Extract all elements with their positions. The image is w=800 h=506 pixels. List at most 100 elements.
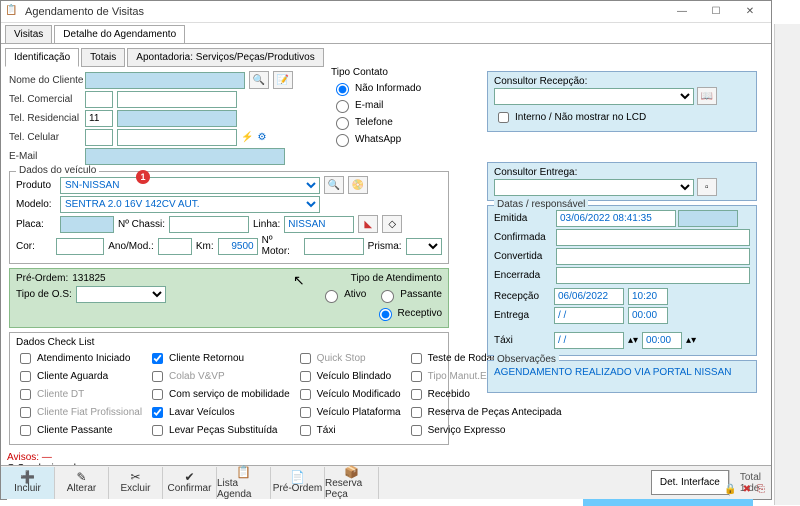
search-client-icon[interactable]: 🔍	[249, 71, 269, 89]
telres-ddd[interactable]	[85, 110, 113, 127]
telcel-label: Tel. Celular	[9, 132, 81, 143]
btn-alterar[interactable]: ✎Alterar	[55, 467, 109, 499]
cor-input[interactable]	[56, 238, 104, 255]
telcom-ddd[interactable]	[85, 91, 113, 108]
chk-atendimento-iniciado[interactable]: Atendimento Iniciado	[16, 350, 142, 367]
book-icon[interactable]: 📖	[697, 87, 717, 105]
interno-check[interactable]	[498, 112, 509, 123]
radio-ativo[interactable]: Ativo	[320, 287, 366, 303]
consultor-entrega-select[interactable]	[494, 179, 694, 196]
bolt-icon[interactable]: ⚡	[241, 132, 253, 143]
btn-reserva[interactable]: 📦Reserva Peça	[325, 467, 379, 499]
linha-input[interactable]	[284, 216, 354, 233]
telres-input[interactable]	[117, 110, 237, 127]
consultor-entrega-label: Consultor Entrega:	[494, 167, 577, 178]
linha-label: Linha:	[253, 219, 280, 230]
tab-detalhe[interactable]: Detalhe do Agendamento	[54, 25, 185, 43]
taxi-spin-icon[interactable]: ▴▾	[628, 335, 638, 346]
chk-cliente-fiat-profissional[interactable]: Cliente Fiat Profissional	[16, 404, 142, 421]
telcom-input[interactable]	[117, 91, 237, 108]
radio-nao-informado[interactable]: Não Informado	[331, 80, 421, 96]
obs-text[interactable]: AGENDAMENTO REALIZADO VIA PORTAL NISSAN	[494, 365, 750, 388]
chk-cliente-dt[interactable]: Cliente DT	[16, 386, 142, 403]
btn-excluir[interactable]: ✂Excluir	[109, 467, 163, 499]
telcel-input[interactable]	[117, 129, 237, 146]
maximize-button[interactable]: ☐	[699, 2, 733, 22]
telcel-ddd[interactable]	[85, 129, 113, 146]
chassi-input[interactable]	[169, 216, 249, 233]
chk-com-servi-o-de-mobilidade[interactable]: Com serviço de mobilidade	[148, 386, 290, 403]
subtab-identificacao[interactable]: Identificação	[5, 48, 79, 67]
tipoos-select[interactable]	[76, 286, 166, 303]
tab-visitas[interactable]: Visitas	[5, 25, 52, 43]
radio-passante[interactable]: Passante	[376, 287, 442, 303]
radio-telefone[interactable]: Telefone	[331, 114, 421, 130]
tool-icon[interactable]: ⚙	[257, 132, 266, 143]
anomod-input[interactable]	[158, 238, 192, 255]
chk-cliente-passante[interactable]: Cliente Passante	[16, 422, 142, 439]
radio-receptivo[interactable]: Receptivo	[374, 305, 442, 321]
radio-whatsapp[interactable]: WhatsApp	[331, 131, 421, 147]
erase-icon[interactable]: ◇	[382, 215, 402, 233]
obs-title: Observações	[494, 354, 559, 365]
km-input[interactable]	[218, 238, 258, 255]
modelo-select[interactable]: SENTRA 2.0 16V 142CV AUT.	[60, 196, 320, 213]
chk-servi-o-expresso[interactable]: Serviço Expresso	[407, 422, 562, 439]
chk-cliente-aguarda[interactable]: Cliente Aguarda	[16, 368, 142, 385]
chk-lavar-ve-culos[interactable]: Lavar Veículos	[148, 404, 290, 421]
email-input[interactable]	[85, 148, 285, 165]
placa-input[interactable]	[60, 216, 114, 233]
emitida-input[interactable]	[556, 210, 676, 227]
btn-lista[interactable]: 📋Lista Agenda	[217, 467, 271, 499]
confirmada-input[interactable]	[556, 229, 750, 246]
entrega-date[interactable]	[554, 307, 624, 324]
taxi-time[interactable]	[642, 332, 682, 349]
btn-incluir[interactable]: ➕Incluir	[1, 467, 55, 499]
chk-cliente-retornou[interactable]: Cliente Retornou	[148, 350, 290, 367]
subtab-totais[interactable]: Totais	[81, 48, 125, 67]
encerrada-input[interactable]	[556, 267, 750, 284]
recep-date[interactable]	[554, 288, 624, 305]
chk-reserva-de-pe-as-antecipada[interactable]: Reserva de Peças Antecipada	[407, 404, 562, 421]
paint-icon[interactable]: ◣	[358, 215, 378, 233]
preordem-label: Pré-Ordem:	[16, 273, 68, 284]
consultor-recep-select[interactable]	[494, 88, 694, 105]
chk-quick-stop[interactable]: Quick Stop	[296, 350, 401, 367]
chk-colab-v-vp[interactable]: Colab V&VP	[148, 368, 290, 385]
chassi-label: Nº Chassi:	[118, 219, 165, 230]
chk-ve-culo-plataforma[interactable]: Veículo Plataforma	[296, 404, 401, 421]
motor-input[interactable]	[304, 238, 364, 255]
consultor-recep-label: Consultor Recepção:	[494, 76, 587, 87]
search-veic-icon[interactable]: 🔍	[324, 176, 344, 194]
lock-icon[interactable]: 🔒	[724, 484, 736, 495]
edit-client-icon[interactable]: 📝	[273, 71, 293, 89]
assign-icon[interactable]: ▫	[697, 178, 717, 196]
close-button[interactable]: ✕	[733, 2, 767, 22]
convertida-input[interactable]	[556, 248, 750, 265]
radio-email[interactable]: E-mail	[331, 97, 421, 113]
chk-levar-pe-as-substitu-da[interactable]: Levar Peças Substituída	[148, 422, 290, 439]
cancel-icon[interactable]: ✖	[743, 484, 751, 495]
db-icon[interactable]: 📀	[348, 176, 368, 194]
recep-time[interactable]	[628, 288, 668, 305]
app-icon: 📋	[5, 5, 19, 19]
nome-input[interactable]	[85, 72, 245, 89]
exit-icon[interactable]: ⎘	[757, 484, 765, 495]
btn-confirmar[interactable]: ✔Confirmar	[163, 467, 217, 499]
chk-t-xi[interactable]: Táxi	[296, 422, 401, 439]
produto-select[interactable]: SN-NISSAN	[60, 177, 320, 194]
avisos-label: Avisos:	[7, 452, 39, 463]
subtab-apontadoria[interactable]: Apontadoria: Serviços/Peças/Produtivos	[127, 48, 323, 67]
taxi-spin2-icon[interactable]: ▴▾	[686, 335, 696, 346]
emitida-user[interactable]	[678, 210, 738, 227]
prisma-select[interactable]	[406, 238, 442, 255]
taxi-date[interactable]	[554, 332, 624, 349]
chk-ve-culo-blindado[interactable]: Veículo Blindado	[296, 368, 401, 385]
btn-preordem[interactable]: 📄Pré-Ordem	[271, 467, 325, 499]
chk-ve-culo-modificado[interactable]: Veículo Modificado	[296, 386, 401, 403]
email-label: E-Mail	[9, 151, 81, 162]
btn-det-interface[interactable]: Det. Interface	[651, 470, 729, 495]
minimize-button[interactable]: —	[665, 2, 699, 22]
checklist-title: Dados Check List	[16, 337, 442, 348]
entrega-time[interactable]	[628, 307, 668, 324]
